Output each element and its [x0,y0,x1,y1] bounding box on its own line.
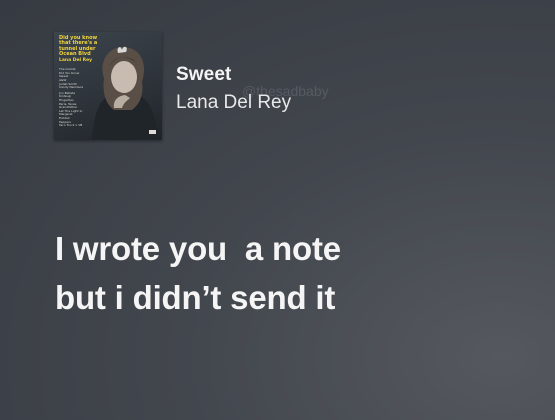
cover-tracklist: The Grants Did You Know Sweet A&W Judah … [59,68,99,128]
lyric-line: I wrote you a note [55,230,341,267]
song-title: Sweet [176,64,232,85]
cover-track: Taco Truck x VB [59,123,83,128]
lyric-line: but i didn’t send it [55,279,336,316]
cover-artist-name: Lana Del Rey [59,58,93,64]
album-cover[interactable]: Did you know that there's a tunnel under… [54,32,162,140]
parental-advisory-badge [148,129,157,135]
cover-album-title: Did you know that there's a tunnel under… [59,35,98,57]
cover-text-block: Did you know that there's a tunnel under… [59,35,99,128]
lyrics-share-card: Did you know that there's a tunnel under… [0,0,555,420]
cover-track: Candy Necklace [59,85,84,90]
song-artist: Lana Del Rey [176,92,292,113]
